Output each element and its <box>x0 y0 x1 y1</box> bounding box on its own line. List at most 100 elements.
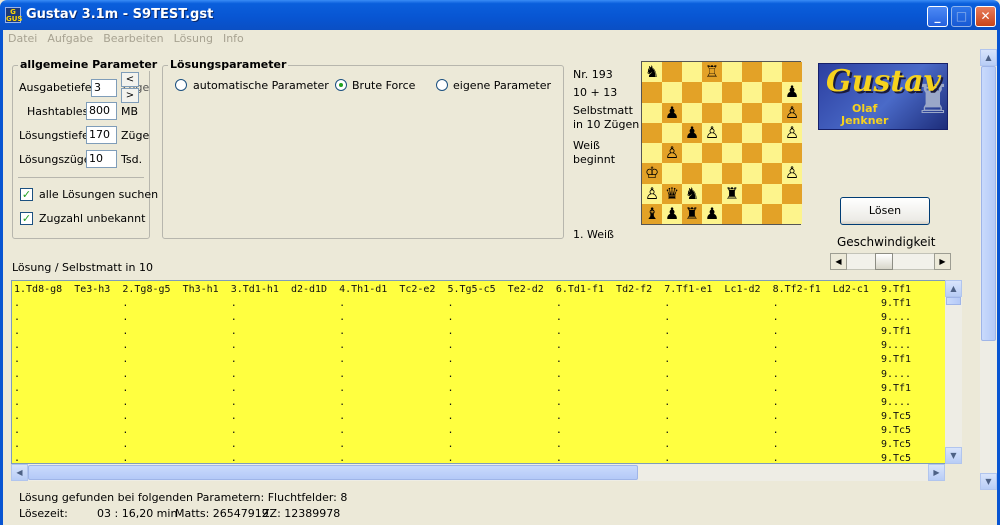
board-square[interactable] <box>682 82 702 103</box>
speed-left-arrow[interactable]: ◀ <box>830 253 847 270</box>
board-square[interactable]: ♟ <box>682 122 702 143</box>
board-square[interactable] <box>662 122 682 143</box>
board-square[interactable] <box>682 143 702 164</box>
board-square[interactable] <box>722 102 742 123</box>
board-square[interactable] <box>742 143 762 164</box>
board-square[interactable] <box>722 122 742 143</box>
board-square[interactable] <box>762 102 782 123</box>
board-square[interactable] <box>662 62 682 83</box>
board-square[interactable] <box>702 102 722 123</box>
board-square[interactable] <box>642 82 662 103</box>
solution-hscroll-thumb[interactable] <box>28 465 638 480</box>
board-square[interactable]: ♟ <box>782 82 802 103</box>
board-square[interactable]: ♛ <box>662 183 682 204</box>
board-square[interactable] <box>782 62 802 83</box>
board-square[interactable] <box>742 183 762 204</box>
menu-loesung[interactable]: Lösung <box>169 30 218 47</box>
radio-own-params[interactable] <box>436 79 448 91</box>
board-square[interactable] <box>722 163 742 184</box>
radio-brute-force[interactable] <box>335 79 347 91</box>
window-scroll-down[interactable]: ▼ <box>980 473 997 490</box>
menu-bearbeiten[interactable]: Bearbeiten <box>98 30 168 47</box>
chess-board[interactable]: ♞ ♖ ♟ ♟ ♙ ♟ ♙ ♙ ♙ ♔ ♙ ♙ ♛ ♞ ♜ ♝ ♟ ♜ ♟ <box>641 61 802 225</box>
solution-vscroll[interactable] <box>945 280 962 464</box>
board-square[interactable]: ♙ <box>642 183 662 204</box>
board-square[interactable] <box>742 62 762 83</box>
board-square[interactable] <box>762 183 782 204</box>
board-square[interactable] <box>702 82 722 103</box>
board-square[interactable] <box>722 82 742 103</box>
hashtables-input[interactable]: 800 <box>86 102 117 120</box>
all-solutions-label[interactable]: alle Lösungen suchen <box>39 188 158 201</box>
spin-left-button[interactable]: < <box>121 72 139 87</box>
board-square[interactable] <box>742 82 762 103</box>
board-square[interactable]: ♙ <box>782 163 802 184</box>
window-vscroll-thumb[interactable] <box>981 66 996 341</box>
board-square[interactable]: ♝ <box>642 203 662 224</box>
board-square[interactable]: ♜ <box>682 203 702 224</box>
board-square[interactable]: ♙ <box>782 122 802 143</box>
board-square[interactable] <box>782 183 802 204</box>
board-square[interactable] <box>742 102 762 123</box>
board-square[interactable] <box>762 122 782 143</box>
board-square[interactable] <box>642 143 662 164</box>
board-square[interactable] <box>762 62 782 83</box>
board-square[interactable] <box>722 203 742 224</box>
board-square[interactable] <box>722 143 742 164</box>
solution-scroll-down[interactable]: ▼ <box>945 447 962 464</box>
solution-moves-input[interactable]: 10 <box>86 150 117 168</box>
spin-right-button[interactable]: > <box>121 88 139 103</box>
radio-own-params-label[interactable]: eigene Parameter <box>453 79 551 92</box>
board-square[interactable] <box>682 102 702 123</box>
solution-vscroll-thumb[interactable] <box>946 297 961 305</box>
board-square[interactable] <box>702 163 722 184</box>
board-square[interactable] <box>742 163 762 184</box>
board-square[interactable] <box>782 203 802 224</box>
solution-scroll-up[interactable]: ▲ <box>945 280 962 297</box>
board-square[interactable] <box>762 82 782 103</box>
app-icon[interactable]: G GUS <box>5 7 22 23</box>
minimize-button[interactable]: _ <box>927 6 948 27</box>
solution-scroll-right[interactable]: ▶ <box>928 464 945 481</box>
board-square[interactable] <box>702 183 722 204</box>
speed-right-arrow[interactable]: ▶ <box>934 253 951 270</box>
board-square[interactable] <box>722 62 742 83</box>
board-square[interactable] <box>742 203 762 224</box>
board-square[interactable]: ♙ <box>782 102 802 123</box>
count-unknown-checkbox[interactable]: ✓ <box>20 212 33 225</box>
radio-automatic[interactable] <box>175 79 187 91</box>
count-unknown-label[interactable]: Zugzahl unbekannt <box>39 212 145 225</box>
board-square[interactable]: ♔ <box>642 163 662 184</box>
all-solutions-checkbox[interactable]: ✓ <box>20 188 33 201</box>
close-button[interactable]: ✕ <box>975 6 996 27</box>
board-square[interactable] <box>662 163 682 184</box>
board-square[interactable] <box>642 122 662 143</box>
board-square[interactable] <box>682 163 702 184</box>
board-square[interactable] <box>662 82 682 103</box>
menu-aufgabe[interactable]: Aufgabe <box>42 30 98 47</box>
board-square[interactable]: ♙ <box>662 143 682 164</box>
solve-button[interactable]: Lösen <box>840 197 930 225</box>
radio-brute-force-label[interactable]: Brute Force <box>352 79 415 92</box>
board-square[interactable]: ♖ <box>702 62 722 83</box>
board-square[interactable] <box>782 143 802 164</box>
menu-datei[interactable]: Datei <box>3 30 42 47</box>
solution-depth-input[interactable]: 170 <box>86 126 117 144</box>
board-square[interactable]: ♟ <box>662 102 682 123</box>
radio-automatic-label[interactable]: automatische Parameter <box>193 79 329 92</box>
board-square[interactable] <box>762 163 782 184</box>
window-scroll-up[interactable]: ▲ <box>980 49 997 66</box>
solution-text-area[interactable]: 1.Td8-g8 Te3-h3 2.Tg8-g5 Th3-h1 3.Td1-h1… <box>11 280 962 464</box>
menu-info[interactable]: Info <box>218 30 249 47</box>
board-square[interactable]: ♞ <box>682 183 702 204</box>
board-square[interactable]: ♟ <box>702 203 722 224</box>
board-square[interactable] <box>762 143 782 164</box>
maximize-button[interactable]: □ <box>951 6 972 27</box>
board-square[interactable] <box>682 62 702 83</box>
board-square[interactable] <box>762 203 782 224</box>
speed-slider-thumb[interactable] <box>875 253 893 270</box>
board-square[interactable]: ♜ <box>722 183 742 204</box>
output-depth-input[interactable]: 3 <box>91 79 117 97</box>
board-square[interactable]: ♞ <box>642 62 662 83</box>
board-square[interactable] <box>702 143 722 164</box>
